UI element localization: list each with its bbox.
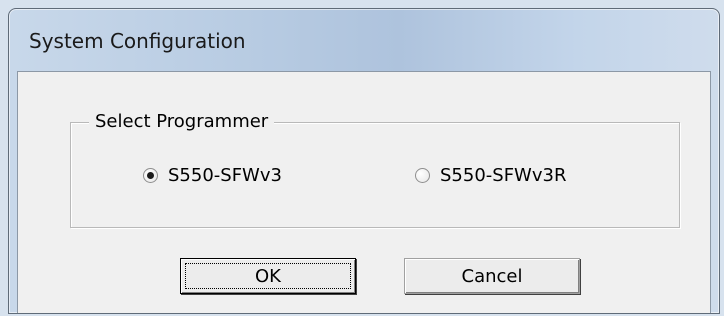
radio-button-unchecked[interactable]: [415, 168, 430, 183]
radio-button-checked[interactable]: [143, 168, 158, 183]
dialog-content: Select Programmer S550-SFWv3 S550-SFWv3R…: [17, 71, 711, 313]
cancel-button[interactable]: Cancel: [404, 258, 580, 294]
ok-button[interactable]: OK: [180, 258, 356, 294]
group-label: Select Programmer: [89, 111, 275, 132]
focus-rectangle: [185, 263, 351, 289]
radio-label[interactable]: S550-SFWv3: [168, 165, 282, 186]
select-programmer-group: Select Programmer S550-SFWv3 S550-SFWv3R: [70, 111, 680, 228]
radio-option-s550-sfwv3r[interactable]: S550-SFWv3R: [415, 165, 566, 186]
dialog-window: System Configuration Select Programmer S…: [8, 8, 720, 314]
title-bar[interactable]: System Configuration: [9, 9, 719, 71]
radio-option-s550-sfwv3[interactable]: S550-SFWv3: [143, 165, 282, 186]
cancel-button-label: Cancel: [461, 265, 523, 287]
window-title: System Configuration: [29, 29, 246, 53]
radio-label[interactable]: S550-SFWv3R: [440, 165, 566, 186]
